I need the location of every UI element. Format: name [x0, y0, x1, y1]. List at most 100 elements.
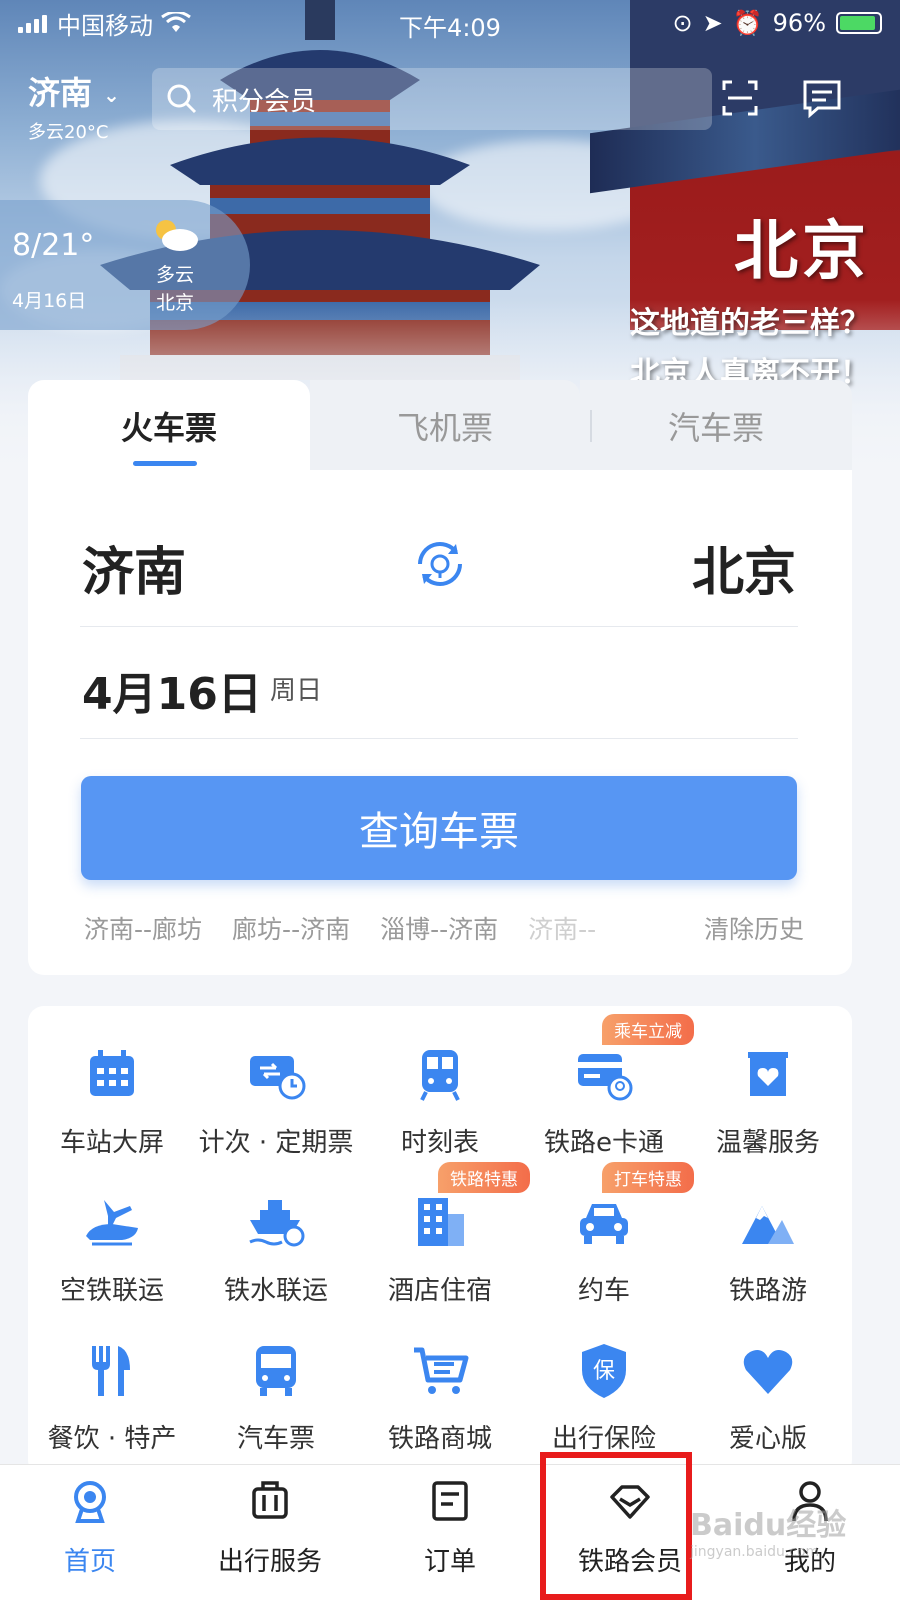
service-insurance[interactable]: 保 出行保险: [522, 1340, 686, 1455]
nav-travel-services[interactable]: 出行服务: [180, 1479, 360, 1578]
mountain-icon: [742, 1206, 794, 1244]
service-food[interactable]: 餐饮 · 特产: [30, 1340, 194, 1455]
service-label: 餐饮 · 特产: [47, 1424, 177, 1454]
divider: [80, 738, 798, 739]
service-period-ticket[interactable]: 计次 · 定期票: [194, 1044, 358, 1159]
city-selector[interactable]: 济南 ⌄ 多云20°C: [28, 68, 120, 144]
service-mall[interactable]: 铁路商城: [358, 1340, 522, 1455]
service-label: 空铁联运: [59, 1276, 164, 1306]
service-rail-water[interactable]: 铁水联运: [194, 1192, 358, 1307]
service-label: 约车: [577, 1276, 630, 1306]
chevron-down-icon: ⌄: [103, 83, 120, 107]
service-label: 铁路e卡通: [544, 1128, 664, 1158]
service-timetable[interactable]: 时刻表: [358, 1044, 522, 1159]
promo-badge: 乘车立减: [602, 1014, 694, 1045]
service-rail-tour[interactable]: 铁路游: [686, 1192, 850, 1307]
service-warm[interactable]: 温馨服务: [686, 1044, 850, 1159]
service-care[interactable]: 爱心版: [686, 1340, 850, 1455]
svg-text:保: 保: [593, 1359, 615, 1384]
tab-flight[interactable]: 飞机票: [310, 380, 580, 472]
home-rail-icon: [74, 1481, 106, 1523]
weather-date: 4月16日: [12, 290, 87, 312]
clock-text: 下午4:09: [399, 14, 501, 42]
search-icon: [167, 84, 197, 114]
weather-card[interactable]: 8/21° 4月16日 多云 北京: [0, 200, 250, 330]
message-icon[interactable]: [800, 76, 844, 120]
swap-stations-icon[interactable]: [410, 534, 470, 594]
city-weather: 多云20°C: [28, 122, 109, 143]
query-tickets-button[interactable]: 查询车票: [81, 776, 797, 880]
watermark: Baidu经验 jingyan.baidu.com: [690, 1500, 846, 1560]
card-icon: [578, 1054, 633, 1101]
service-label: 酒店住宿: [387, 1276, 492, 1306]
weather-city: 北京: [155, 292, 194, 314]
watermark-brand: Baidu经验: [690, 1508, 847, 1543]
food-icon: [92, 1346, 130, 1396]
travel-weekday: 周日: [270, 676, 323, 706]
service-station-screen[interactable]: 车站大屏: [30, 1044, 194, 1159]
service-label: 爱心版: [728, 1424, 807, 1454]
city-name: 济南: [28, 74, 93, 112]
service-label: 车站大屏: [59, 1128, 164, 1158]
battery-icon: [836, 12, 882, 34]
promo-line1: 这地道的老三样？: [630, 306, 870, 341]
to-station[interactable]: 北京: [692, 530, 796, 605]
travel-date[interactable]: 4月16日: [82, 658, 262, 722]
watermark-url: jingyan.baidu.com: [690, 1544, 820, 1560]
service-e-card[interactable]: 乘车立减 铁路e卡通: [522, 1014, 694, 1159]
service-car[interactable]: 打车特惠 约车: [522, 1162, 694, 1307]
history-item[interactable]: 济南--: [528, 910, 596, 946]
service-label: 计次 · 定期票: [198, 1128, 354, 1158]
service-label: 时刻表: [400, 1128, 479, 1158]
service-air-rail[interactable]: 空铁联运: [30, 1192, 194, 1307]
service-label: 温馨服务: [715, 1128, 820, 1158]
service-hotel[interactable]: 铁路特惠 酒店住宿: [358, 1162, 530, 1307]
ship-icon: [249, 1200, 305, 1247]
ticket-clock-icon: [250, 1056, 306, 1100]
promo-title: 北京: [734, 214, 870, 289]
highlight-box: [540, 1452, 692, 1600]
luggage-icon: [252, 1481, 288, 1519]
booking-card: 济南 北京 4月16日 周日 查询车票 济南--廊坊 廊坊--济南 淄博--济南…: [28, 470, 852, 975]
status-bar: 中国移动 下午4:09 ⊙ ➤ ⏰ 96%: [0, 0, 900, 46]
plane-train-icon: [86, 1200, 138, 1246]
service-bus[interactable]: 汽车票: [194, 1340, 358, 1455]
nav-orders[interactable]: 订单: [360, 1479, 540, 1578]
service-label: 汽车票: [236, 1424, 315, 1454]
clear-history-button[interactable]: 清除历史: [704, 910, 804, 946]
ticket-tabs: 汽车票 飞机票 火车票: [28, 380, 852, 472]
weather-condition: 多云: [155, 264, 194, 286]
service-label: 铁水联运: [223, 1276, 328, 1306]
calendar-icon: [90, 1050, 134, 1096]
services-grid: 车站大屏 计次 · 定期票 时刻表 乘车立减 铁路e卡通 温馨服务 空铁联运 铁…: [28, 1006, 852, 1476]
order-icon: [432, 1481, 468, 1521]
divider: [80, 626, 798, 627]
scan-icon[interactable]: [718, 76, 762, 120]
promo-text[interactable]: 北京 这地道的老三样？ 北京人真离不开！: [630, 200, 870, 392]
heart-box-icon: [748, 1052, 788, 1096]
service-label: 铁路游: [728, 1276, 807, 1306]
tab-bus[interactable]: 汽车票: [580, 380, 852, 472]
shield-icon: 保: [582, 1344, 626, 1398]
search-history: 济南--廊坊 廊坊--济南 淄博--济南 济南-- 清除历史: [84, 910, 804, 946]
weather-temp: 8/21°: [12, 228, 95, 263]
promo-badge: 打车特惠: [602, 1162, 694, 1193]
nav-label: 订单: [423, 1547, 476, 1577]
history-item[interactable]: 济南--廊坊: [84, 910, 202, 946]
search-bar[interactable]: 积分会员: [152, 68, 712, 130]
nav-label: 首页: [63, 1547, 116, 1577]
car-icon: [580, 1204, 628, 1244]
from-station[interactable]: 济南: [82, 530, 186, 605]
tab-train[interactable]: 火车票: [28, 380, 310, 472]
nav-home[interactable]: 首页: [0, 1479, 180, 1578]
promo-badge: 铁路特惠: [438, 1162, 530, 1193]
cart-icon: [414, 1347, 469, 1394]
history-item[interactable]: 廊坊--济南: [232, 910, 350, 946]
partly-cloudy-icon: [156, 220, 198, 251]
heart-icon: [743, 1350, 793, 1394]
history-item[interactable]: 淄博--济南: [380, 910, 498, 946]
service-label: 铁路商城: [387, 1424, 492, 1454]
nav-label: 出行服务: [217, 1547, 322, 1577]
service-label: 出行保险: [551, 1424, 656, 1454]
search-placeholder: 积分会员: [212, 86, 317, 117]
